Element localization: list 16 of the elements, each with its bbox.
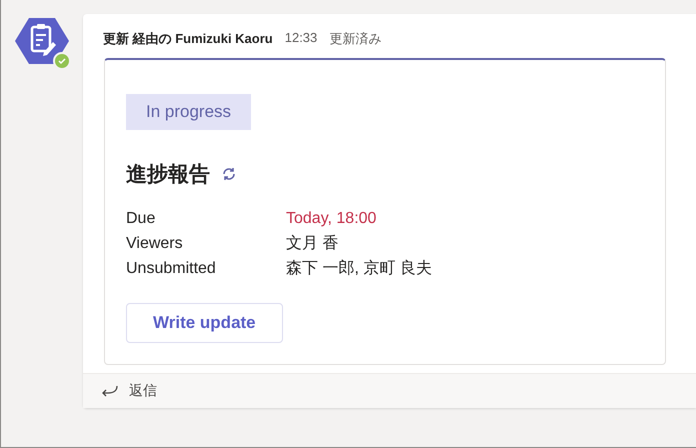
field-value: 文月 香 [286,234,340,254]
field-value: 森下 一郎, 京町 良夫 [286,258,432,279]
author-name: 更新 経由の Fumizuki Kaoru [103,30,273,48]
status-badge: In progress [126,94,252,130]
reply-label: 返信 [129,382,157,400]
card-title: 進捗報告 [126,162,210,188]
field-label: Unsubmitted [126,259,217,279]
field-value: Today, 18:00 [286,209,378,229]
edited-label: 更新済み [329,30,382,48]
reply-bar[interactable]: 返信 [83,373,696,408]
write-update-button[interactable]: Write update [126,303,283,343]
refresh-icon[interactable] [222,167,236,181]
reply-arrow-icon [101,384,119,398]
field-label: Due [126,209,156,229]
message-time: 12:33 [284,30,318,47]
field-label: Viewers [126,234,184,254]
